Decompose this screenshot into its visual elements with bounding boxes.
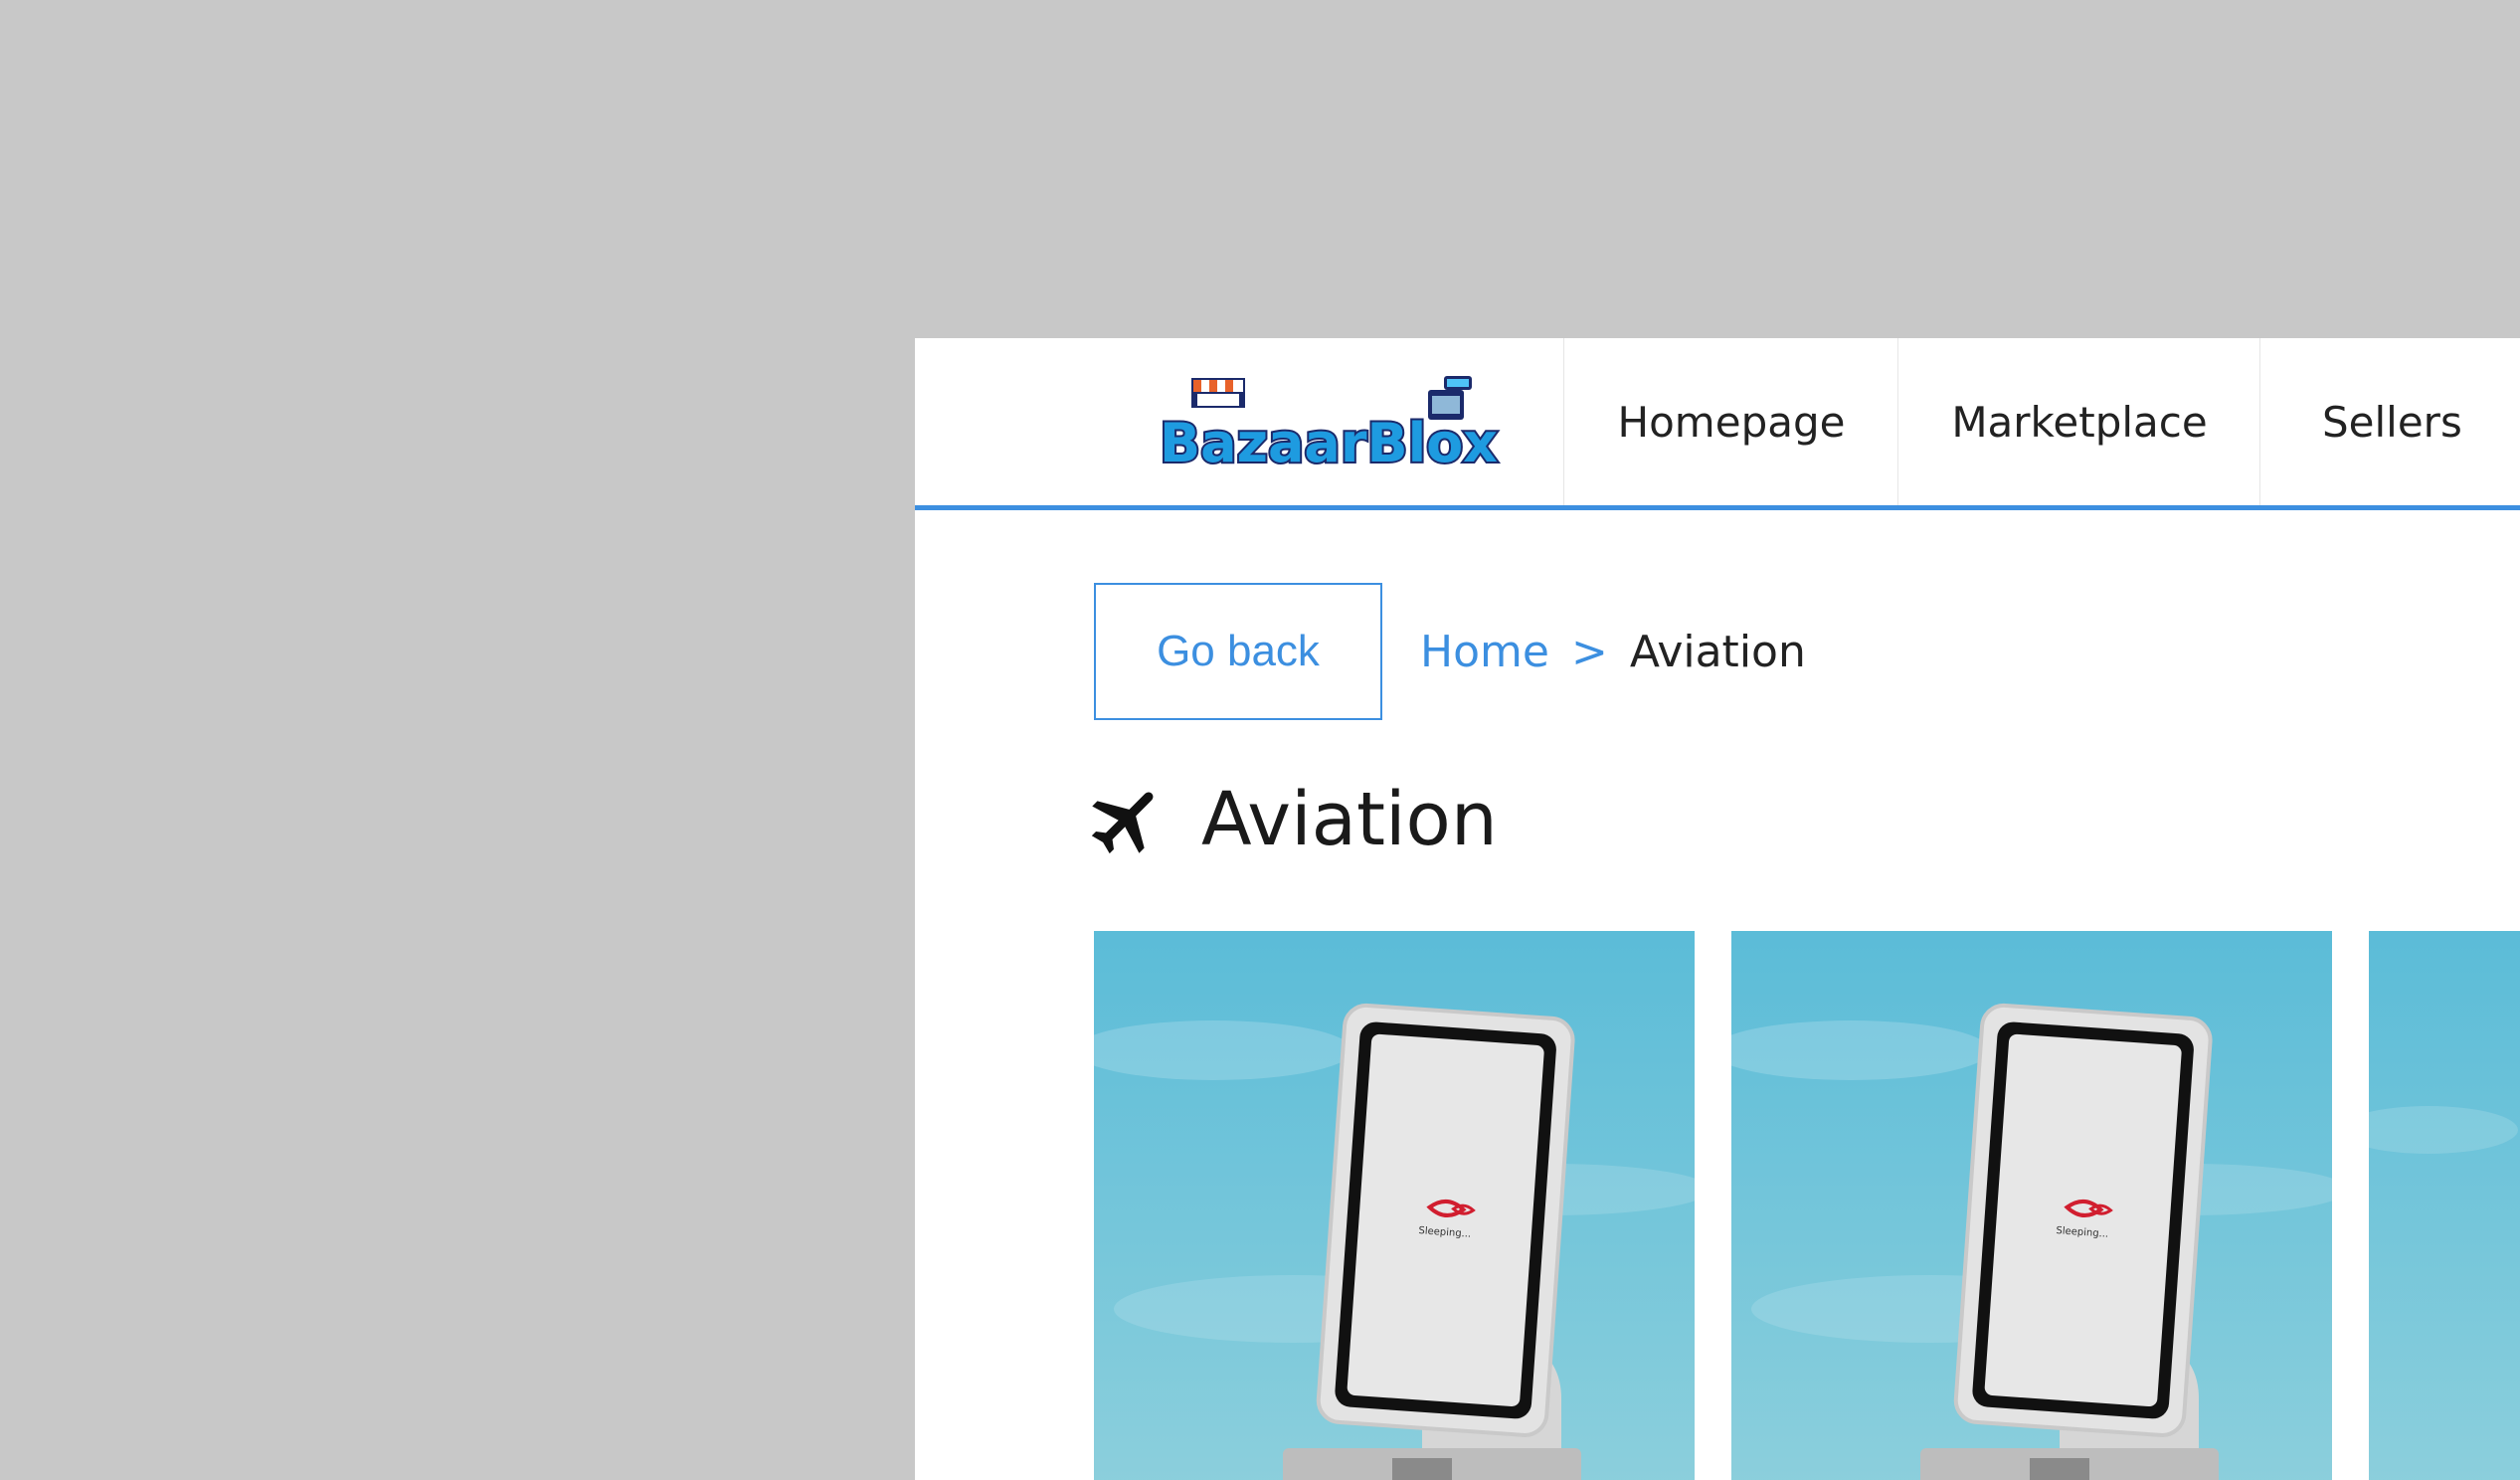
breadcrumb-home-link[interactable]: Home: [1420, 627, 1549, 677]
browser-window: BazaarBlox Homepage Marketplace Sellers …: [915, 338, 2520, 1480]
site-header: BazaarBlox Homepage Marketplace Sellers: [915, 338, 2520, 510]
nav-homepage-label: Homepage: [1617, 397, 1846, 447]
product-card[interactable]: Sleeping...: [1731, 931, 2332, 1480]
kiosk-image: Sleeping...: [1731, 931, 2332, 1480]
product-card[interactable]: [2369, 931, 2520, 1480]
logo-graphic: BazaarBlox: [1158, 376, 1500, 476]
shop-stall-icon: [1191, 378, 1245, 408]
airplane-icon: [1091, 792, 1154, 854]
page-header: Aviation: [1086, 760, 1498, 879]
nav-sellers-label: Sellers: [2322, 397, 2462, 447]
bazaarblox-logo[interactable]: BazaarBlox: [1154, 374, 1504, 476]
breadcrumb-separator: >: [1570, 626, 1608, 677]
breadcrumb-current: Aviation: [1629, 626, 1806, 677]
nav-homepage[interactable]: Homepage: [1563, 338, 1898, 505]
product-card[interactable]: Sleeping...: [1094, 931, 1695, 1480]
page-title: Aviation: [1201, 777, 1498, 862]
kiosk-image: [2369, 931, 2520, 1480]
nav-marketplace[interactable]: Marketplace: [1897, 338, 2260, 505]
breadcrumb: Home > Aviation: [1420, 583, 1806, 720]
logo-wordmark: BazaarBlox: [1160, 412, 1498, 473]
kiosk-image: Sleeping...: [1094, 931, 1695, 1480]
go-back-button[interactable]: Go back: [1094, 583, 1382, 720]
nav-marketplace-label: Marketplace: [1951, 397, 2208, 447]
nav-sellers[interactable]: Sellers: [2259, 338, 2520, 505]
